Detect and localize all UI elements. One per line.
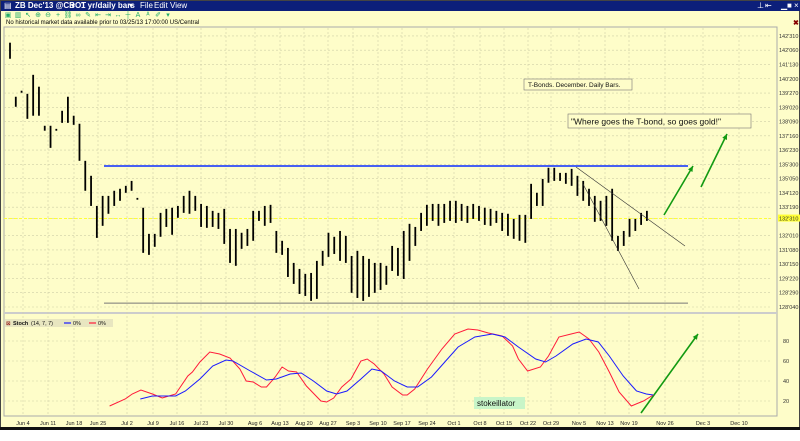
price-tick-label: 142'060 [779, 48, 798, 54]
k-legend-value: 0% [98, 321, 106, 327]
price-tick-label: 128'040 [779, 305, 798, 311]
price-tick-label: 142'310 [779, 34, 798, 40]
arrow-icon [663, 165, 694, 216]
stoch-tick-label: 60 [783, 359, 789, 365]
price-tick-label: 129'220 [779, 276, 798, 282]
chart-window: ▤ ZB Dec'13 @CBOT ▾ 1 yr/daily bars ▾ Fi… [0, 0, 800, 430]
price-tick-label: 133'190 [779, 205, 798, 211]
price-tick-label: 138'090 [779, 120, 798, 126]
price-tick-label: 139'020 [779, 105, 798, 111]
stoch-label: stokeillator [477, 399, 516, 408]
stoch-axis: 80 60 40 20 [783, 339, 789, 405]
d-legend-value: 0% [73, 321, 81, 327]
price-tick-label: 134'120 [779, 191, 798, 197]
price-tick-label: 135'050 [779, 177, 798, 183]
price-tick-label: 136'230 [779, 148, 798, 154]
quote-annotation: "Where goes the T-bond, so goes gold!" [571, 117, 721, 127]
stoch-tick-label: 20 [783, 399, 789, 405]
indicator-name: Stoch [13, 321, 29, 327]
chart-canvas[interactable]: 142'310 142'060 141'130 140'200 139'270 139'0… [1, 1, 800, 431]
lower-channel-line[interactable] [582, 183, 640, 290]
price-tick-label: 131'080 [779, 248, 798, 254]
price-axis: 142'310 142'060 141'130 140'200 139'270 139'0… [778, 34, 800, 311]
price-tick-label: 137'160 [779, 134, 798, 140]
grid [4, 28, 771, 416]
price-tick-label: 140'200 [779, 77, 798, 83]
current-price-label: 132'310 [779, 217, 798, 223]
chart-title-annotation: T-Bonds. December. Daily Bars. [528, 82, 621, 89]
horizontal-scrollbar[interactable] [0, 427, 800, 430]
indicator-params: (14, 7, 7) [31, 321, 53, 327]
stoch-tick-label: 40 [783, 379, 789, 385]
indicator-collapse-icon[interactable]: ⊠ [6, 321, 11, 327]
chart-frame [3, 26, 778, 417]
price-tick-label: 128'290 [779, 291, 798, 297]
price-tick-label: 135'300 [779, 162, 798, 168]
price-tick-label: 130'150 [779, 262, 798, 268]
arrow-icon [700, 133, 728, 188]
price-tick-label: 141'130 [779, 62, 798, 68]
stoch-k-line [109, 328, 654, 407]
stoch-d-line [140, 333, 654, 400]
green-arrows [640, 133, 728, 414]
price-tick-label: 139'270 [779, 91, 798, 97]
stoch-tick-label: 80 [783, 339, 789, 345]
price-tick-label: 132'010 [779, 234, 798, 240]
